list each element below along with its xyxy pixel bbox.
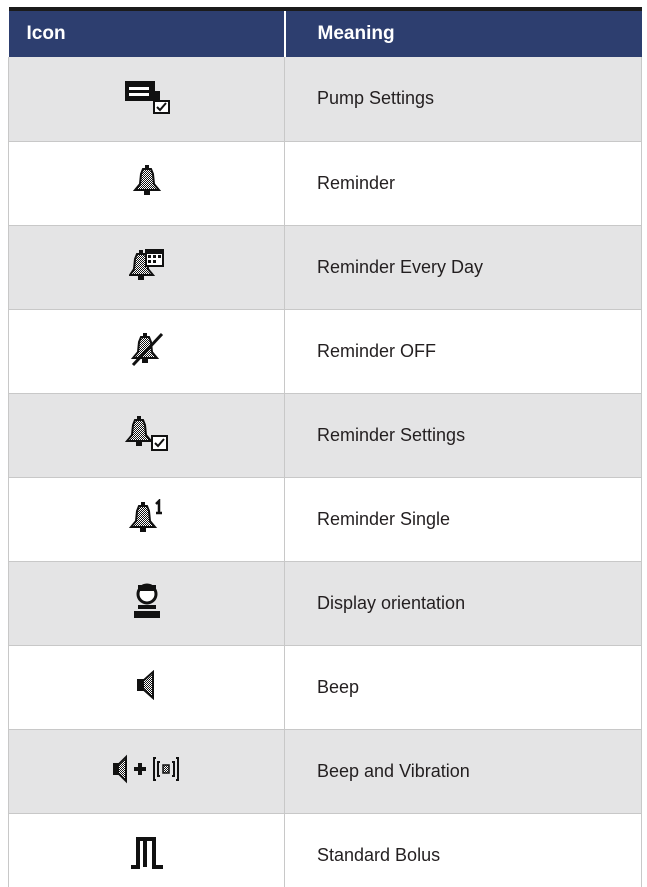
header-icon-column: Icon xyxy=(8,7,286,57)
meaning-cell: Reminder Every Day xyxy=(284,225,642,310)
table-row: Standard Bolus xyxy=(8,813,642,887)
table-row: Beep and Vibration xyxy=(8,729,642,814)
reminder-off-icon xyxy=(129,331,165,367)
meaning-cell: Beep xyxy=(284,645,642,730)
table-row: Reminder OFF xyxy=(8,309,642,394)
table-row: Beep xyxy=(8,645,642,730)
table-row: Reminder xyxy=(8,141,642,226)
table-row: Reminder Every Day xyxy=(8,225,642,310)
standard-bolus-icon xyxy=(129,836,165,870)
icon-cell xyxy=(8,561,285,646)
meaning-cell: Reminder Single xyxy=(284,477,642,562)
page: Icon Meaning Pump Settings Reminder Remi… xyxy=(0,0,647,887)
meaning-cell: Reminder Settings xyxy=(284,393,642,478)
header-meaning-column: Meaning xyxy=(284,7,642,57)
icon-cell xyxy=(8,141,285,226)
beep-speaker-icon xyxy=(136,669,158,700)
table-row: Display orientation xyxy=(8,561,642,646)
reminder-settings-icon xyxy=(124,414,169,452)
table-row: Reminder Settings xyxy=(8,393,642,478)
meaning-cell: Reminder xyxy=(284,141,642,226)
icon-cell xyxy=(8,225,285,310)
icon-cell xyxy=(8,57,285,142)
pump-settings-icon xyxy=(124,78,170,115)
table-header-row: Icon Meaning xyxy=(8,7,642,57)
meaning-cell: Standard Bolus xyxy=(284,813,642,887)
meaning-cell: Beep and Vibration xyxy=(284,729,642,814)
display-orientation-icon xyxy=(132,583,162,619)
icon-cell xyxy=(8,477,285,562)
reminder-single-icon xyxy=(128,498,166,535)
meaning-cell: Pump Settings xyxy=(284,57,642,142)
table-row: Pump Settings xyxy=(8,57,642,142)
table-body: Pump Settings Reminder Reminder Every Da… xyxy=(8,57,642,887)
reminder-every-day-icon xyxy=(128,247,165,283)
icon-cell xyxy=(8,393,285,478)
icon-cell xyxy=(8,729,285,814)
reminder-bell-icon xyxy=(131,164,163,198)
icon-cell xyxy=(8,645,285,730)
meaning-cell: Display orientation xyxy=(284,561,642,646)
beep-and-vibration-icon xyxy=(112,754,182,784)
meaning-cell: Reminder OFF xyxy=(284,309,642,394)
icon-cell xyxy=(8,813,285,887)
icon-cell xyxy=(8,309,285,394)
icon-meaning-table: Icon Meaning Pump Settings Reminder Remi… xyxy=(8,7,642,887)
table-row: Reminder Single xyxy=(8,477,642,562)
table-header: Icon Meaning xyxy=(8,7,642,57)
